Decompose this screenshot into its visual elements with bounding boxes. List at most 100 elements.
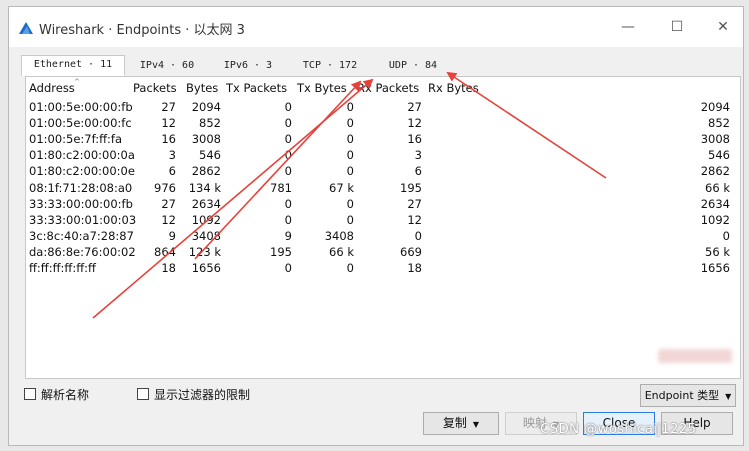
endpoints-table[interactable]: Address ^ Packets Bytes Tx Packets Tx Byt… [25,76,741,379]
tab-ethernet[interactable]: Ethernet · 11 [21,55,125,76]
table-cell: 0 [346,148,354,163]
table-cell: 546 [708,148,730,163]
table-cell: 3 [414,148,422,163]
table-row[interactable]: da:86:8e:76:00:02 864 123 k 195 66 k 669 56 k [26,244,740,260]
table-cell: 2094 [700,100,730,114]
table-row[interactable]: 01:00:5e:7f:ff:fa 16 3008 0 0 16 3008 [26,131,740,147]
table-row[interactable]: 01:80:c2:00:00:0e 6 2862 0 0 6 2862 [26,163,740,179]
maximize-button[interactable]: ☐ [666,17,688,37]
col-header-rx-packets[interactable]: Rx Packets [357,81,419,95]
table-cell: 3408 [191,228,221,243]
table-cell: 864 [154,244,176,259]
table-cell: 976 [154,180,176,195]
table-cell: 12 [161,116,176,131]
col-header-address[interactable]: Address ^ [29,78,80,95]
table-cell: 6 [168,164,176,179]
table-cell: 27 [161,196,176,211]
table-cell: 0 [284,196,292,211]
table-cell: 546 [199,148,221,163]
minimize-button[interactable]: — [617,17,639,37]
table-cell: 1656 [191,261,221,275]
table-row[interactable]: 01:80:c2:00:00:0a 3 546 0 0 3 546 [26,147,740,163]
table-cell: 0 [346,100,354,114]
table-row[interactable]: 08:1f:71:28:08:a0 976 134 k 781 67 k 195 66 k [26,180,740,196]
watermark-text: CSDN @woshicaij1225 [540,421,697,437]
resolve-names-checkbox[interactable] [24,388,36,400]
table-cell: 01:80:c2:00:00:0e [29,164,135,179]
copy-button[interactable]: 复制 ▼ [423,412,499,435]
dropdown-arrow-icon: ▼ [725,392,732,401]
tab-udp[interactable]: UDP · 84 [373,56,453,75]
table-cell: 852 [199,116,221,131]
table-cell: 12 [407,212,422,227]
table-cell: 134 k [188,180,221,195]
table-cell: 0 [414,228,422,243]
table-row[interactable]: 01:00:5e:00:00:fc 12 852 0 0 12 852 [26,115,740,131]
table-cell: 01:00:5e:7f:ff:fa [29,132,123,147]
table-cell: 27 [161,100,176,114]
endpoint-type-dropdown[interactable]: Endpoint 类型 ▼ [640,384,736,407]
table-cell: 16 [161,132,176,147]
dropdown-arrow-icon: ▼ [472,420,480,429]
col-header-packets[interactable]: Packets [133,81,177,95]
table-cell: 3 [168,148,176,163]
table-row[interactable]: ff:ff:ff:ff:ff:ff 18 1656 0 0 18 1656 [26,260,740,276]
table-cell: 27 [407,100,422,114]
table-cell: da:86:8e:76:00:02 [29,244,136,259]
blurred-mark [658,349,732,363]
col-header-bytes[interactable]: Bytes [186,81,218,95]
sort-up-icon: ^ [74,78,80,86]
table-cell: 2634 [191,196,221,211]
table-cell: 27 [407,196,422,211]
resolve-names-label: 解析名称 [41,388,90,402]
table-cell: 08:1f:71:28:08:a0 [29,180,133,195]
table-cell: 669 [400,244,422,259]
table-cell: 33:33:00:01:00:03 [29,212,137,227]
table-cell: 2862 [191,164,221,179]
table-cell: 01:80:c2:00:00:0a [29,148,135,163]
table-cell: 2094 [191,100,221,114]
table-cell: 0 [722,228,730,243]
table-cell: 0 [346,196,354,211]
wireshark-fin-icon [19,22,33,34]
table-cell: 12 [407,116,422,131]
col-header-tx-bytes[interactable]: Tx Bytes [297,81,347,95]
table-cell: 33:33:00:00:00:fb [29,196,133,211]
table-cell: 66 k [329,244,354,259]
limit-filter-label: 显示过滤器的限制 [154,388,251,402]
table-row[interactable]: 33:33:00:01:00:03 12 1092 0 0 12 1092 [26,212,740,228]
col-header-tx-packets[interactable]: Tx Packets [226,81,287,95]
limit-filter-checkbox[interactable] [137,388,149,400]
close-window-button[interactable]: ✕ [712,17,734,37]
table-cell: ff:ff:ff:ff:ff:ff [29,261,96,275]
tab-ipv6[interactable]: IPv6 · 3 [209,56,287,75]
table-row[interactable]: 3c:8c:40:a7:28:87 9 3408 9 3408 0 0 [26,228,740,244]
table-cell: 0 [284,164,292,179]
table-row[interactable]: 33:33:00:00:00:fb 27 2634 0 0 27 2634 [26,196,740,212]
table-row[interactable]: 01:00:5e:00:00:fb 27 2094 0 0 27 2094 [26,99,740,115]
title-bar: Wireshark · Endpoints · 以太网 3 — ☐ ✕ [9,7,743,47]
tab-ipv4[interactable]: IPv4 · 60 [127,56,207,75]
table-cell: 781 [270,180,292,195]
table-cell: 18 [407,261,422,275]
table-cell: 56 k [705,244,730,259]
table-cell: 01:00:5e:00:00:fb [29,100,133,114]
table-cell: 6 [414,164,422,179]
table-cell: 0 [284,116,292,131]
table-cell: 66 k [705,180,730,195]
table-cell: 1656 [700,261,730,275]
table-cell: 852 [708,116,730,131]
table-cell: 1092 [700,212,730,227]
table-cell: 2862 [700,164,730,179]
table-cell: 2634 [700,196,730,211]
table-cell: 0 [346,261,354,275]
table-cell: 9 [284,228,292,243]
table-cell: 0 [346,132,354,147]
table-cell: 3008 [700,132,730,147]
table-cell: 3408 [324,228,354,243]
table-cell: 16 [407,132,422,147]
table-cell: 0 [284,261,292,275]
table-cell: 195 [400,180,422,195]
tab-tcp[interactable]: TCP · 172 [289,56,371,75]
col-header-rx-bytes[interactable]: Rx Bytes [428,81,479,95]
